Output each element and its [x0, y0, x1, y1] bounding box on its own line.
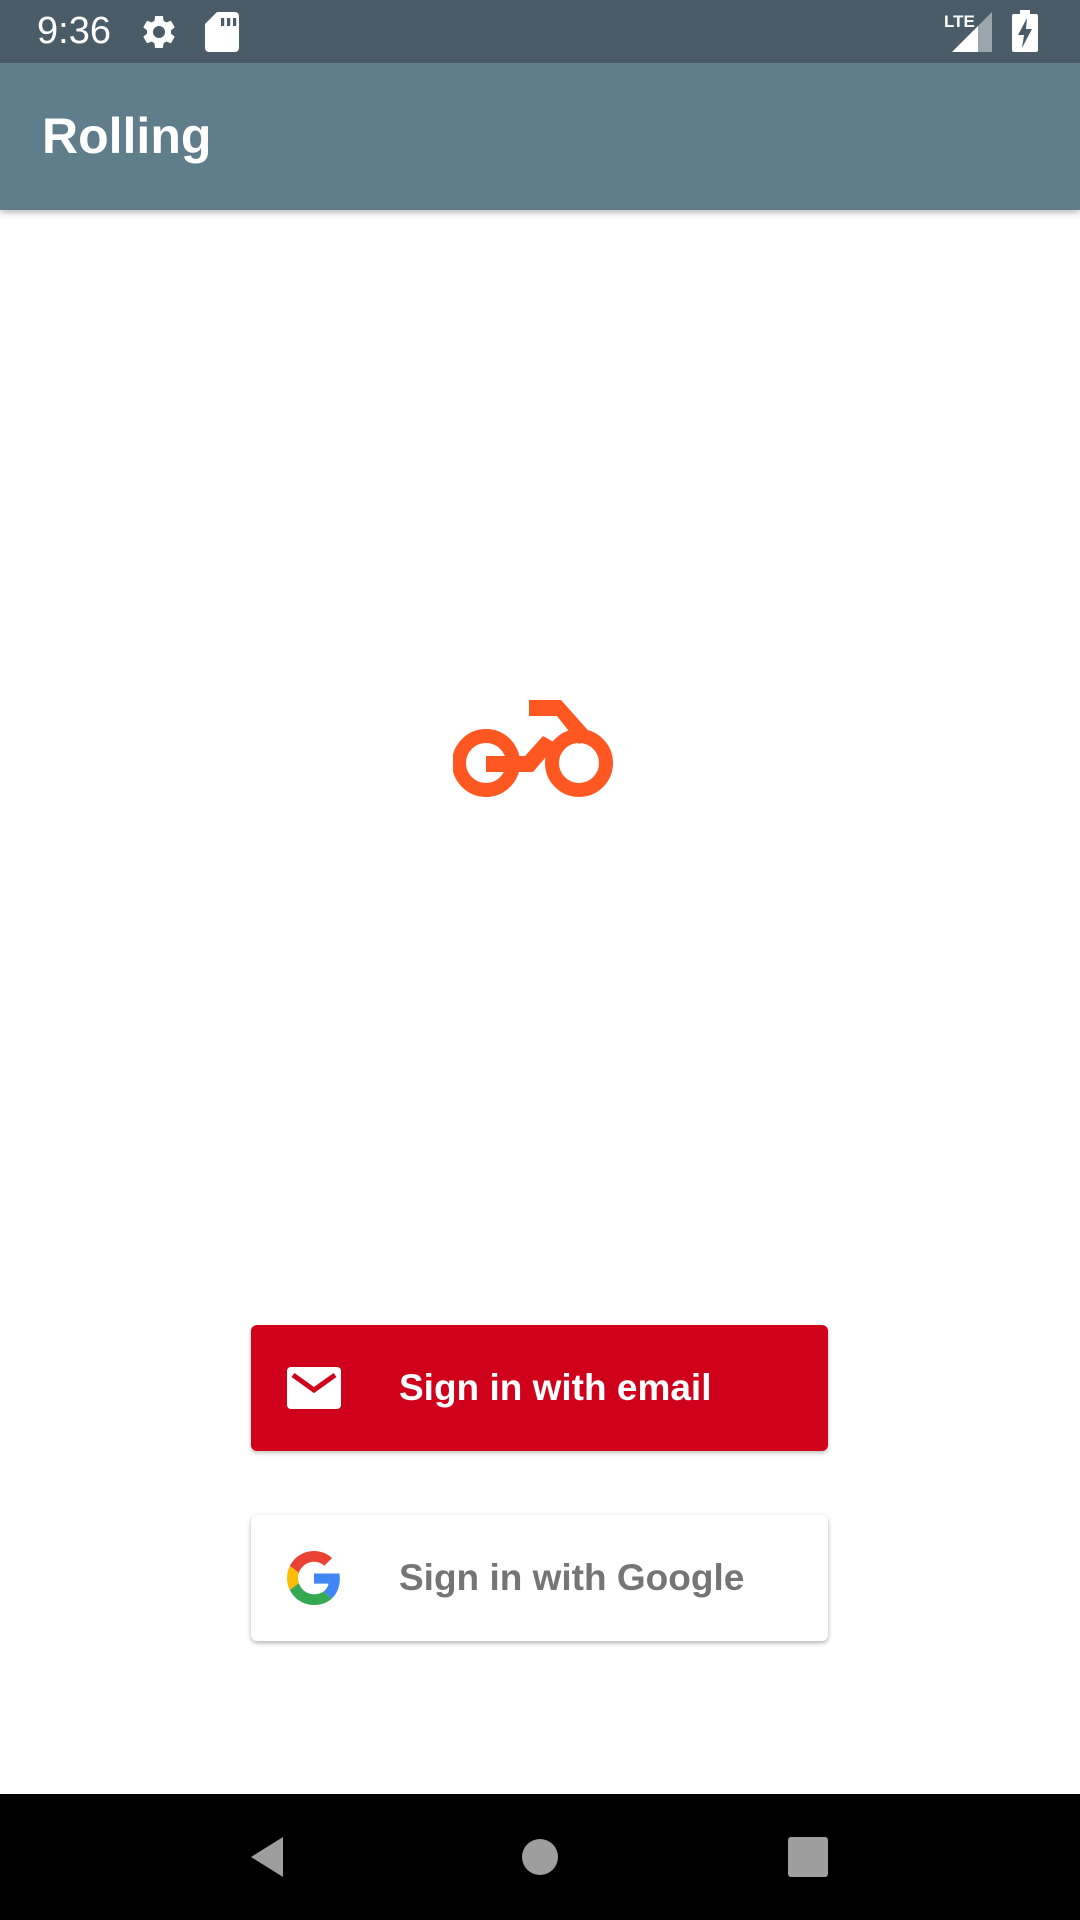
sd-card-icon: [205, 12, 239, 52]
gear-icon: [143, 15, 175, 48]
app-bar: Rolling: [0, 63, 1080, 210]
battery-charging-icon: [1012, 10, 1038, 52]
recents-icon: [788, 1837, 828, 1877]
google-icon: [287, 1551, 340, 1605]
sign-in-google-button[interactable]: Sign in with Google: [251, 1515, 828, 1641]
app-title: Rolling: [42, 108, 212, 164]
recents-button[interactable]: [748, 1794, 868, 1920]
sign-in-email-label: Sign in with email: [399, 1367, 712, 1408]
home-button[interactable]: [480, 1794, 600, 1920]
status-time: 9:36: [37, 10, 111, 52]
navigation-bar: [0, 1794, 1080, 1920]
sign-in-email-button[interactable]: Sign in with email: [251, 1325, 828, 1451]
mail-icon: [287, 1367, 341, 1409]
motorcycle-icon: [453, 700, 613, 797]
sign-in-screen: 9:36 LTE Rolling Sign in with email Sign…: [0, 0, 1080, 1920]
home-icon: [522, 1839, 558, 1875]
back-button[interactable]: [211, 1794, 331, 1920]
back-icon: [251, 1837, 283, 1877]
lte-signal-icon: [952, 12, 992, 52]
status-bar: 9:36 LTE: [0, 0, 1080, 63]
sign-in-google-label: Sign in with Google: [399, 1557, 745, 1598]
